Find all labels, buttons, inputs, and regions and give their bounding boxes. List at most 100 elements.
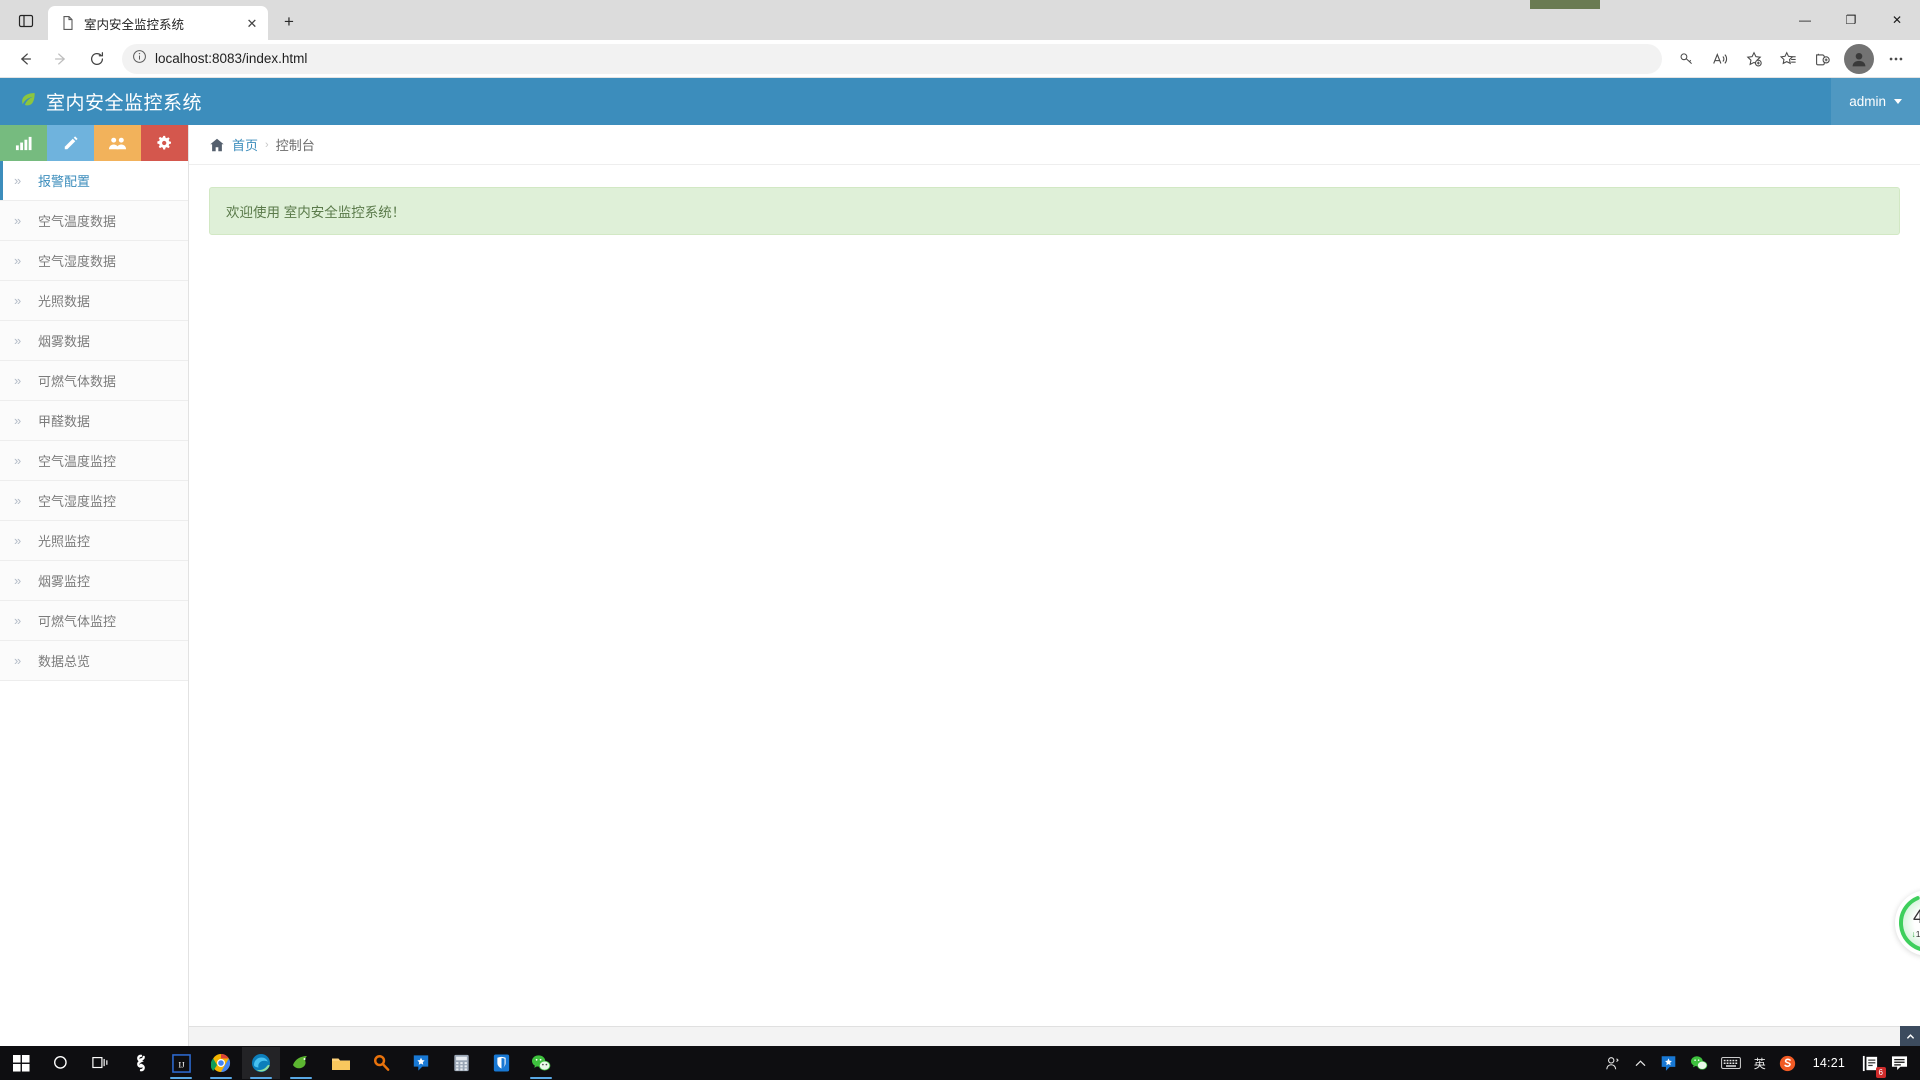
address-bar: localhost:8083/index.html <box>0 40 1920 78</box>
task-view-button[interactable] <box>82 1047 120 1079</box>
chevron-right-icon: » <box>14 573 22 588</box>
settings-more-icon[interactable] <box>1880 44 1912 74</box>
taskbar-app-s[interactable] <box>122 1047 160 1079</box>
collections-icon[interactable] <box>1806 44 1838 74</box>
sidebar-item-label: 烟雾监控 <box>38 574 91 589</box>
people-icon[interactable] <box>1599 1047 1627 1079</box>
new-tab-button[interactable]: + <box>274 7 304 37</box>
sidebar-item-air-temp-monitor[interactable]: » 空气温度监控 <box>0 441 188 481</box>
chevron-right-icon: » <box>14 653 22 668</box>
taskbar-app-mysql[interactable] <box>282 1047 320 1079</box>
windows-taskbar: IJ 英 14:21 6 <box>0 1046 1920 1080</box>
notes-badge: 6 <box>1875 1067 1886 1078</box>
taskbar-app-wechat[interactable] <box>522 1047 560 1079</box>
taskbar-app-everything[interactable] <box>362 1047 400 1079</box>
tray-expand-icon[interactable] <box>1628 1047 1653 1079</box>
minimize-button[interactable]: — <box>1782 0 1828 40</box>
sidebar-item-formaldehyde-data[interactable]: » 甲醛数据 <box>0 401 188 441</box>
url-input[interactable]: localhost:8083/index.html <box>122 43 1662 74</box>
browser-window: 室内安全监控系统 ✕ + — ❐ ✕ localhost:8083/index.… <box>0 0 1920 1046</box>
sidebar-item-smoke-monitor[interactable]: » 烟雾监控 <box>0 561 188 601</box>
search-button[interactable] <box>42 1047 80 1079</box>
users-button[interactable] <box>94 125 141 161</box>
add-favorite-icon[interactable] <box>1738 44 1770 74</box>
app-header: 室内安全监控系统 admin <box>0 78 1920 125</box>
taskbar-app-edge[interactable] <box>242 1047 280 1079</box>
taskbar-app-explorer[interactable] <box>322 1047 360 1079</box>
app-running-indicator <box>250 1077 272 1079</box>
web-page: 室内安全监控系统 admin » 报警配置 » 空气温度数据 » 空气湿度数据 … <box>0 78 1920 1046</box>
chevron-right-icon: » <box>14 173 22 188</box>
content-area: 首页 › 控制台 欢迎使用 室内安全监控系统！ 4 ↓1 <box>189 125 1920 1046</box>
tab-strip: 室内安全监控系统 ✕ + — ❐ ✕ <box>0 0 1920 40</box>
sidebar-item-smoke-data[interactable]: » 烟雾数据 <box>0 321 188 361</box>
taskbar-app-calculator[interactable] <box>442 1047 480 1079</box>
window-close-button[interactable]: ✕ <box>1874 0 1920 40</box>
sidebar-item-label: 光照数据 <box>38 294 91 309</box>
sidebar-item-gas-monitor[interactable]: » 可燃气体监控 <box>0 601 188 641</box>
clock[interactable]: 14:21 <box>1803 1047 1855 1079</box>
sidebar-item-alarm-config[interactable]: » 报警配置 <box>0 161 188 201</box>
tray-navicat-icon[interactable] <box>1654 1047 1683 1079</box>
sidebar-item-label: 光照监控 <box>38 534 91 549</box>
sidebar-item-light-monitor[interactable]: » 光照监控 <box>0 521 188 561</box>
notes-icon[interactable]: 6 <box>1856 1047 1886 1079</box>
sidebar-item-air-humidity-monitor[interactable]: » 空气湿度监控 <box>0 481 188 521</box>
app-running-indicator <box>210 1077 232 1079</box>
sidebar-item-air-temp-data[interactable]: » 空气温度数据 <box>0 201 188 241</box>
sidebar-item-label: 甲醛数据 <box>38 414 91 429</box>
gauge-ring: 43% ↓19.1K/s <box>1895 890 1920 956</box>
reload-button[interactable] <box>80 44 114 74</box>
system-tray: 英 14:21 6 <box>1599 1047 1914 1079</box>
edit-button[interactable] <box>47 125 94 161</box>
profile-icon[interactable] <box>1844 43 1874 74</box>
taskbar-app-navicat[interactable] <box>402 1047 440 1079</box>
read-aloud-icon[interactable] <box>1704 44 1736 74</box>
svg-text:IJ: IJ <box>178 1059 185 1069</box>
tray-wechat-icon[interactable] <box>1684 1047 1714 1079</box>
notification-icon[interactable] <box>1885 1047 1914 1079</box>
chevron-right-icon: » <box>14 613 22 628</box>
sidebar-item-label: 空气湿度数据 <box>38 254 117 269</box>
chevron-right-icon: » <box>14 533 22 548</box>
chevron-right-icon: » <box>14 213 22 228</box>
sidebar-item-air-humidity-data[interactable]: » 空气湿度数据 <box>0 241 188 281</box>
site-info-icon[interactable] <box>132 49 147 69</box>
sidebar-item-data-overview[interactable]: » 数据总览 <box>0 641 188 681</box>
user-label: admin <box>1849 94 1886 109</box>
forward-button[interactable] <box>44 44 78 74</box>
ime-language-indicator[interactable]: 英 <box>1748 1047 1772 1079</box>
gauge-speed-value: 19.1K/s <box>1915 928 1920 939</box>
keyboard-icon[interactable] <box>1715 1047 1747 1079</box>
breadcrumb-home-link[interactable]: 首页 <box>232 135 258 154</box>
favorites-icon[interactable] <box>1772 44 1804 74</box>
maximize-button[interactable]: ❐ <box>1828 0 1874 40</box>
key-icon[interactable] <box>1670 44 1702 74</box>
network-speed-gauge[interactable]: 43% ↓19.1K/s <box>1895 890 1920 956</box>
sidebar-item-label: 可燃气体数据 <box>38 374 117 389</box>
browser-tab[interactable]: 室内安全监控系统 ✕ <box>48 6 268 40</box>
back-button[interactable] <box>8 44 42 74</box>
chevron-right-icon: » <box>14 333 22 348</box>
taskbar-app-intellij[interactable]: IJ <box>162 1047 200 1079</box>
start-button[interactable] <box>2 1047 40 1079</box>
sogou-icon[interactable] <box>1773 1047 1802 1079</box>
close-icon[interactable]: ✕ <box>242 13 262 33</box>
sidebar-item-gas-data[interactable]: » 可燃气体数据 <box>0 361 188 401</box>
home-icon[interactable] <box>209 137 225 153</box>
taskbar-app-bitwarden[interactable] <box>482 1047 520 1079</box>
welcome-alert: 欢迎使用 室内安全监控系统！ <box>209 187 1900 235</box>
sidebar-item-label: 烟雾数据 <box>38 334 91 349</box>
scroll-to-top-button[interactable] <box>1900 1026 1920 1046</box>
settings-button[interactable] <box>141 125 188 161</box>
taskbar-app-chrome[interactable] <box>202 1047 240 1079</box>
chart-button[interactable] <box>0 125 47 161</box>
brand[interactable]: 室内安全监控系统 <box>0 88 202 115</box>
user-menu[interactable]: admin <box>1831 78 1920 125</box>
sidebar-item-label: 数据总览 <box>38 654 91 669</box>
sidebar-quickbar <box>0 125 188 161</box>
sidebar-item-light-data[interactable]: » 光照数据 <box>0 281 188 321</box>
sidebar-item-label: 报警配置 <box>38 174 91 189</box>
chevron-down-icon <box>1894 99 1902 104</box>
tab-actions-button[interactable] <box>4 2 48 40</box>
